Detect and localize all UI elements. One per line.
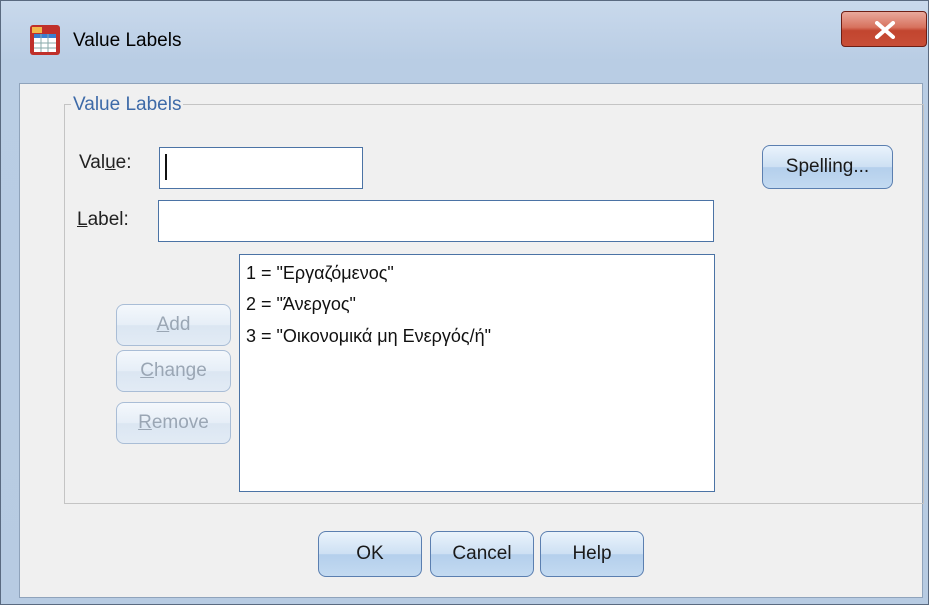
label-label: Label: [77,209,129,230]
ok-button[interactable]: OK [318,531,422,577]
list-item[interactable]: 3 = "Οικονομικά μη Ενεργός/ή" [246,326,491,347]
list-item[interactable]: 1 = "Εργαζόμενος" [246,263,394,284]
group-legend: Value Labels [71,94,184,116]
text-caret [165,154,167,180]
label-input[interactable] [158,200,714,242]
title-bar[interactable]: Value Labels [1,1,928,83]
help-button[interactable]: Help [540,531,644,577]
value-labels-list[interactable]: 1 = "Εργαζόμενος" 2 = "Άνεργος" 3 = "Οικ… [239,254,715,492]
value-label: Value: [79,152,132,173]
change-button[interactable]: Change [116,350,231,392]
list-item[interactable]: 2 = "Άνεργος" [246,294,356,315]
close-button[interactable] [841,11,927,47]
cancel-button[interactable]: Cancel [430,531,534,577]
add-button[interactable]: Add [116,304,231,346]
dialog-body: Value Labels Value: Label: Spelling... 1… [19,83,924,598]
spelling-button[interactable]: Spelling... [762,145,893,189]
value-labels-dialog: Value Labels Value Labels Value: Label: … [0,0,929,605]
window-title: Value Labels [73,30,182,51]
spss-table-icon [30,25,60,55]
remove-button[interactable]: Remove [116,402,231,444]
value-input[interactable] [159,147,363,189]
close-icon [875,21,895,39]
